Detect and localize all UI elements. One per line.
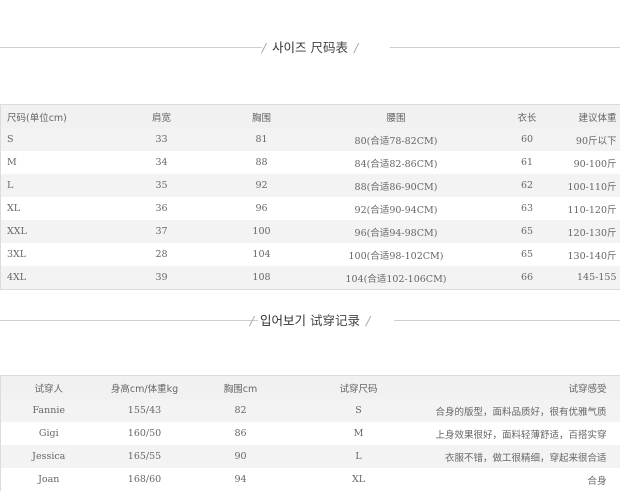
column-header: 胸围cm — [193, 376, 289, 400]
table-cell: 82 — [193, 399, 289, 422]
table-cell: 155/43 — [97, 399, 193, 422]
column-header: 身高cm/体重kg — [97, 376, 193, 400]
table-cell: 86 — [193, 422, 289, 445]
table-cell: 合身的版型，面料品质好，很有优雅气质 — [429, 399, 620, 422]
table-cell: 66 — [499, 266, 556, 290]
size-title-cn: 尺码表 — [310, 40, 348, 55]
table-cell: 100 — [230, 220, 294, 243]
table-cell: 3XL — [1, 243, 94, 266]
table-cell: 34 — [94, 151, 230, 174]
table-cell: 104(合适102-106CM) — [294, 266, 499, 290]
table-cell: L — [289, 445, 429, 468]
table-cell: S — [1, 128, 94, 151]
table-cell: 160/50 — [97, 422, 193, 445]
table-cell: 36 — [94, 197, 230, 220]
table-cell: Gigi — [1, 422, 97, 445]
table-cell: M — [1, 151, 94, 174]
table-row: L359288(合适86-90CM)62100-110斤 — [1, 174, 620, 197]
table-row: Joan168/6094XL合身 — [1, 468, 620, 491]
table-cell: 88(合适86-90CM) — [294, 174, 499, 197]
table-cell: 62 — [499, 174, 556, 197]
table-cell: 104 — [230, 243, 294, 266]
table-cell: XXL — [1, 220, 94, 243]
table-cell: XL — [1, 197, 94, 220]
table-cell: 108 — [230, 266, 294, 290]
table-row: S338180(合适78-82CM)6090斤以下 — [1, 128, 620, 151]
table-row: M348884(合适82-86CM)6190-100斤 — [1, 151, 620, 174]
size-title-kr: 사이즈 — [272, 40, 307, 55]
trial-section-title: /입어보기 试穿记录/ — [0, 311, 620, 331]
table-cell: 168/60 — [97, 468, 193, 491]
column-header: 试穿尺码 — [289, 376, 429, 400]
column-header: 腰围 — [294, 105, 499, 129]
table-cell: 33 — [94, 128, 230, 151]
column-header: 尺码(单位cm) — [1, 105, 94, 129]
trial-table: 试穿人身高cm/体重kg胸围cm试穿尺码试穿感受Fannie155/4382S合… — [0, 375, 620, 491]
table-cell: 81 — [230, 128, 294, 151]
table-row: XXL3710096(合适94-98CM)65120-130斤 — [1, 220, 620, 243]
table-cell: 上身效果很好，面料轻薄舒适，百搭实穿 — [429, 422, 620, 445]
table-cell: 60 — [499, 128, 556, 151]
table-cell: 94 — [193, 468, 289, 491]
table-cell: 110-120斤 — [556, 197, 620, 220]
table-cell: 100(合适98-102CM) — [294, 243, 499, 266]
table-cell: 90-100斤 — [556, 151, 620, 174]
table-cell: 39 — [94, 266, 230, 290]
trial-section-header: /입어보기 试穿记录/ — [0, 311, 620, 331]
column-header: 胸围 — [230, 105, 294, 129]
table-cell: 37 — [94, 220, 230, 243]
table-cell: 96(合适94-98CM) — [294, 220, 499, 243]
table-header-row: 尺码(单位cm)肩宽胸围腰围衣长建议体重 — [1, 105, 620, 129]
table-cell: 65 — [499, 243, 556, 266]
table-cell: 130-140斤 — [556, 243, 620, 266]
table-cell: 92 — [230, 174, 294, 197]
table-cell: L — [1, 174, 94, 197]
table-cell: 145-155 — [556, 266, 620, 290]
size-table: 尺码(单位cm)肩宽胸围腰围衣长建议体重S338180(合适78-82CM)60… — [0, 104, 620, 290]
column-header: 试穿感受 — [429, 376, 620, 400]
table-cell: Joan — [1, 468, 97, 491]
table-row: Gigi160/5086M上身效果很好，面料轻薄舒适，百搭实穿 — [1, 422, 620, 445]
table-cell: S — [289, 399, 429, 422]
table-cell: 65 — [499, 220, 556, 243]
table-cell: 衣服不错，做工很精细，穿起来很合适 — [429, 445, 620, 468]
table-cell: 合身 — [429, 468, 620, 491]
table-cell: 90斤以下 — [556, 128, 620, 151]
table-cell: Fannie — [1, 399, 97, 422]
table-cell: 28 — [94, 243, 230, 266]
column-header: 试穿人 — [1, 376, 97, 400]
table-cell: 80(合适78-82CM) — [294, 128, 499, 151]
table-row: 3XL28104100(合适98-102CM)65130-140斤 — [1, 243, 620, 266]
table-cell: XL — [289, 468, 429, 491]
table-cell: 84(合适82-86CM) — [294, 151, 499, 174]
table-cell: 63 — [499, 197, 556, 220]
table-cell: 92(合适90-94CM) — [294, 197, 499, 220]
table-row: Fannie155/4382S合身的版型，面料品质好，很有优雅气质 — [1, 399, 620, 422]
table-row: Jessica165/5590L衣服不错，做工很精细，穿起来很合适 — [1, 445, 620, 468]
table-cell: M — [289, 422, 429, 445]
table-row: 4XL39108104(合适102-106CM)66145-155 — [1, 266, 620, 290]
table-cell: 90 — [193, 445, 289, 468]
column-header: 衣长 — [499, 105, 556, 129]
table-cell: 120-130斤 — [556, 220, 620, 243]
table-row: XL369692(合适90-94CM)63110-120斤 — [1, 197, 620, 220]
table-cell: 61 — [499, 151, 556, 174]
size-section-header: /사이즈 尺码表/ — [0, 38, 620, 58]
table-cell: 165/55 — [97, 445, 193, 468]
column-header: 建议体重 — [556, 105, 620, 129]
column-header: 肩宽 — [94, 105, 230, 129]
table-cell: 100-110斤 — [556, 174, 620, 197]
trial-title-kr: 입어보기 — [260, 313, 306, 328]
size-section-title: /사이즈 尺码表/ — [0, 38, 620, 58]
table-cell: Jessica — [1, 445, 97, 468]
trial-title-cn: 试穿记录 — [310, 313, 360, 328]
table-cell: 88 — [230, 151, 294, 174]
table-cell: 96 — [230, 197, 294, 220]
table-header-row: 试穿人身高cm/体重kg胸围cm试穿尺码试穿感受 — [1, 376, 620, 400]
table-cell: 4XL — [1, 266, 94, 290]
table-cell: 35 — [94, 174, 230, 197]
